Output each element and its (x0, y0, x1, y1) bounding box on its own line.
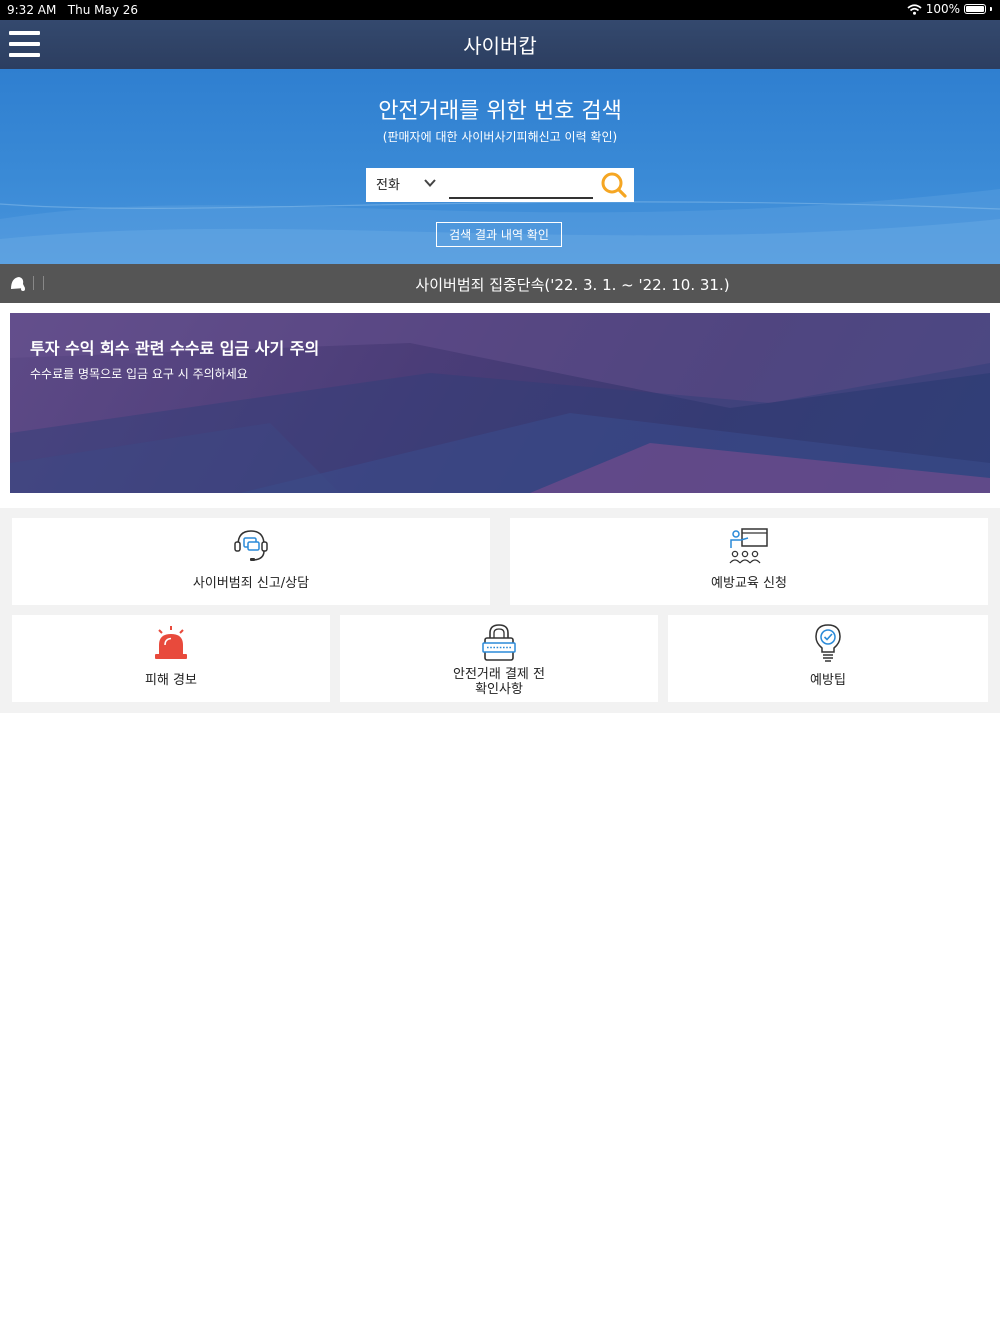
menu-education[interactable]: 예방교육 신청 (510, 518, 988, 605)
status-time: 9:32 AM Thu May 26 (7, 3, 139, 17)
search-subtitle: (판매자에 대한 사이버사기피해신고 이력 확인) (382, 130, 618, 144)
menu-prevention-tips[interactable]: 예방팁 (668, 615, 988, 702)
menu-tips-label: 예방팁 (810, 673, 846, 688)
lightbulb-check-icon (815, 624, 841, 662)
search-input[interactable] (449, 173, 593, 199)
search-icon[interactable] (600, 171, 628, 199)
status-right: 100% (907, 2, 992, 16)
lock-card-icon (482, 624, 516, 661)
search-type-select[interactable]: 전화 (376, 174, 400, 193)
wifi-icon (907, 3, 922, 15)
menu-payment-check[interactable]: 안전거래 결제 전 확인사항 (340, 615, 658, 702)
chevron-down-icon[interactable] (424, 177, 436, 189)
menu-report-label: 사이버범죄 신고/상담 (192, 576, 310, 591)
search-hero: 안전거래를 위한 번호 검색 (판매자에 대한 사이버사기피해신고 이력 확인)… (0, 69, 1000, 264)
siren-icon (155, 626, 187, 659)
notice-text: 사이버범죄 집중단속('22. 3. 1. ~ '22. 10. 31.) (415, 276, 730, 294)
menu-report-consult[interactable]: 사이버범죄 신고/상담 (12, 518, 490, 605)
menu-grid: 사이버범죄 신고/상담 예방교육 신청 피해 경보 안전거래 결제 전 확인사항… (0, 508, 1000, 713)
nav-bar: 사이버캅 (0, 20, 1000, 69)
search-result-button[interactable]: 검색 결과 내역 확인 (436, 222, 562, 247)
app-title: 사이버캅 (463, 34, 537, 58)
battery-percent: 100% (925, 2, 960, 16)
presentation-icon (729, 528, 768, 564)
headset-chat-icon (234, 530, 268, 561)
banner-title: 투자 수익 회수 관련 수수료 입금 사기 주의 (30, 339, 320, 358)
menu-payment-label: 안전거래 결제 전 확인사항 (340, 667, 658, 697)
notice-bar[interactable]: 사이버범죄 집중단속('22. 3. 1. ~ '22. 10. 31.) (0, 264, 1000, 303)
promo-banner[interactable]: 투자 수익 회수 관련 수수료 입금 사기 주의 수수료를 명목으로 입금 요구… (10, 313, 990, 493)
menu-alert-label: 피해 경보 (145, 673, 197, 688)
menu-education-label: 예방교육 신청 (711, 576, 787, 591)
banner-subtitle: 수수료를 명목으로 입금 요구 시 주의하세요 (30, 367, 248, 381)
menu-damage-alert[interactable]: 피해 경보 (12, 615, 330, 702)
status-bar: 9:32 AM Thu May 26 100% (0, 0, 1000, 20)
menu-payment-label-line2: 확인사항 (475, 682, 523, 697)
search-bar: 전화 (366, 168, 634, 202)
menu-payment-label-line1: 안전거래 결제 전 (453, 667, 545, 682)
search-title: 안전거래를 위한 번호 검색 (378, 99, 622, 124)
bell-icon (11, 276, 44, 291)
battery-icon (964, 4, 986, 14)
